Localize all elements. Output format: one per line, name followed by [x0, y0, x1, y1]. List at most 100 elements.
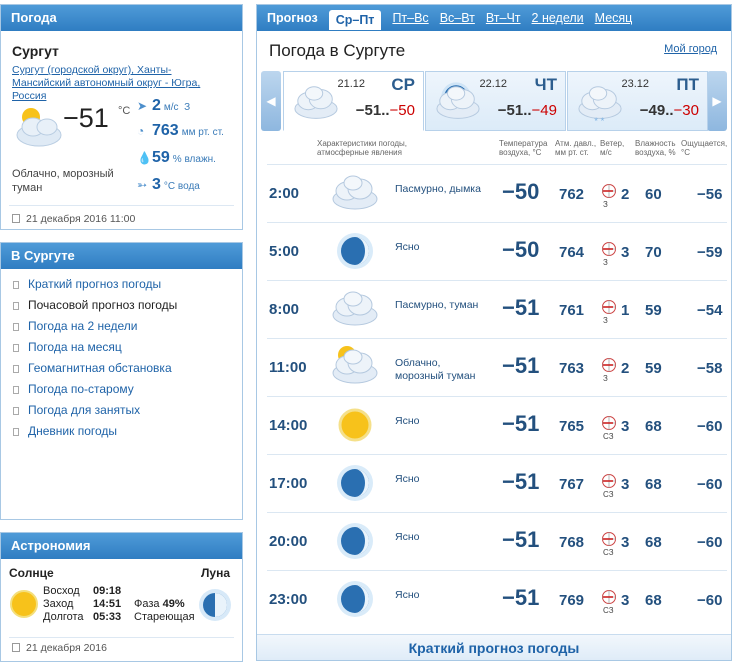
droplet-icon: 💧	[137, 151, 152, 165]
row-wind-dir: СЗ	[603, 490, 614, 499]
divider	[9, 205, 234, 206]
compass-icon: З	[601, 183, 617, 209]
bullet-icon	[13, 407, 19, 415]
row-feels-like: −60	[697, 476, 723, 493]
row-wind-dir: З	[603, 374, 608, 383]
menu-item-3[interactable]: Погода на месяц	[13, 340, 177, 361]
table-row: 11:00 Облачно, морозный туман −51 763 З 2 59 −5…	[267, 338, 727, 396]
tab-6[interactable]: Месяц	[595, 11, 633, 25]
bullet-icon	[13, 344, 19, 352]
row-time: 5:00	[269, 243, 300, 260]
table-row: 2:00 Пасмурно, дымка −50 762 З 2 60 −56	[267, 164, 727, 222]
row-feels-like: −54	[697, 302, 723, 319]
city-name: Сургут	[12, 43, 59, 59]
menu-item-1[interactable]: Почасовой прогноз погоды	[13, 298, 177, 319]
row-description: Ясно	[395, 531, 420, 543]
row-time: 2:00	[269, 185, 300, 202]
cloud-icon	[327, 285, 383, 336]
city-menu-list: Краткий прогноз погоды Почасовой прогноз …	[13, 277, 177, 445]
compass-icon: З	[601, 357, 617, 383]
row-pressure: 763	[559, 360, 585, 377]
cloud-icon	[327, 169, 383, 220]
tab-2[interactable]: Пт–Вс	[392, 11, 428, 25]
menu-item-4[interactable]: Геомагнитная обстановка	[13, 361, 177, 382]
current-temp: −51	[63, 103, 109, 133]
row-feels-like: −56	[697, 186, 723, 203]
row-humidity: 70	[645, 244, 662, 261]
region-link[interactable]: Сургут (городской округ), Ханты-Мансийск…	[12, 64, 227, 103]
compass-icon: СЗ	[601, 589, 617, 615]
compass-icon: СЗ	[601, 415, 617, 441]
update-time: 21 декабря 2016 11:00	[12, 213, 135, 225]
row-humidity: 68	[645, 418, 662, 435]
row-description: Пасмурно, дымка	[395, 183, 481, 195]
row-time: 20:00	[269, 533, 308, 550]
bullet-icon	[13, 281, 19, 289]
tab-5[interactable]: 2 недели	[532, 11, 584, 25]
row-description: Облачно, морозный туман	[395, 357, 476, 382]
table-row: 17:00 Ясно −51 767 СЗ 3 68 −60	[267, 454, 727, 512]
row-wind-dir: З	[603, 316, 608, 325]
fish-icon: ➳	[137, 178, 148, 192]
day-temp-range: −51..−49	[497, 102, 557, 119]
row-feels-like: −60	[697, 534, 723, 551]
row-pressure: 769	[559, 592, 585, 609]
row-humidity: 60	[645, 186, 662, 203]
moon-phase: Фаза 49%	[134, 598, 185, 610]
row-temp: −51	[502, 353, 540, 378]
sunset-label: Заход	[43, 598, 74, 610]
tab-4[interactable]: Вт–Чт	[486, 11, 521, 25]
menu-item-label: Погода на месяц	[28, 340, 122, 354]
astronomy-date: 21 декабря 2016	[12, 642, 107, 654]
prev-days-button[interactable]: ◀	[261, 71, 281, 131]
humidity-stat: 💧59% влажн.	[137, 149, 216, 166]
period-tabs: Прогноз Ср–Пт Пт–Вс Вс–Вт Вт–Чт 2 недели Месяц	[257, 5, 731, 31]
menu-item-2[interactable]: Погода на 2 недели	[13, 319, 177, 340]
daylength-time: 05:33	[93, 611, 122, 623]
col-humidity: Влажность воздуха, %	[635, 139, 676, 157]
menu-item-label: Дневник погоды	[28, 424, 118, 438]
tab-3[interactable]: Вс–Вт	[440, 11, 475, 25]
moon-label: Луна	[201, 566, 231, 580]
menu-item-5[interactable]: Погода по-старому	[13, 382, 177, 403]
day-card-0[interactable]: 21.12 СР −51..−50	[283, 71, 424, 131]
row-humidity: 68	[645, 476, 662, 493]
tab-1[interactable]: Ср–Пт	[328, 10, 382, 30]
page-title: Погода в Сургуте	[269, 41, 406, 60]
day-card-1[interactable]: 22.12 ЧТ −51..−49	[425, 71, 566, 131]
sunrise-time: 09:18	[93, 585, 122, 597]
col-conditions: Характеристики погоды, атмосферные явлен…	[317, 139, 407, 157]
menu-item-label: Погода для занятых	[28, 403, 141, 417]
gauge-icon: ◔	[137, 124, 145, 138]
col-feels: Ощущается, °С	[681, 139, 728, 157]
moon-icon	[327, 575, 383, 626]
day-date: 22.12	[479, 78, 507, 90]
row-time: 14:00	[269, 417, 308, 434]
day-selector: ◀ ▶ 21.12 СР −51..−50 22.12 ЧТ −51..−49 * * 23.…	[261, 71, 727, 133]
row-temp: −50	[502, 179, 540, 204]
day-card-2[interactable]: * * 23.12 ПТ −49..−30	[567, 71, 708, 131]
menu-item-label: Краткий прогноз погоды	[28, 277, 162, 291]
menu-item-0[interactable]: Краткий прогноз погоды	[13, 277, 177, 298]
city-menu-panel: В Сургуте Краткий прогноз погоды Почасово…	[0, 242, 243, 520]
menu-item-7[interactable]: Дневник погоды	[13, 424, 177, 445]
moon-icon	[327, 227, 383, 278]
weather-description: Облачно, морозный туман	[12, 168, 114, 194]
menu-item-6[interactable]: Погода для занятых	[13, 403, 177, 424]
moon-icon	[327, 459, 383, 510]
moon-icon	[327, 517, 383, 568]
menu-item-label: Погода на 2 недели	[28, 319, 138, 333]
current-weather-panel: Погода Сургут Сургут (городской округ), …	[0, 4, 243, 230]
table-row: 5:00 Ясно −50 764 З 3 70 −59	[267, 222, 727, 280]
moon-cloud-icon	[430, 80, 486, 129]
document-icon	[12, 643, 20, 652]
my-city-link[interactable]: Мой город	[664, 43, 717, 55]
row-description: Ясно	[395, 241, 420, 253]
short-forecast-link[interactable]: Краткий прогноз погоды	[257, 634, 731, 660]
bullet-icon	[13, 302, 19, 310]
bullet-icon	[13, 323, 19, 331]
next-days-button[interactable]: ▶	[707, 71, 727, 131]
temp-unit: °C	[118, 105, 131, 117]
sunset-time: 14:51	[93, 598, 122, 610]
row-wind-speed: 1	[621, 302, 630, 319]
